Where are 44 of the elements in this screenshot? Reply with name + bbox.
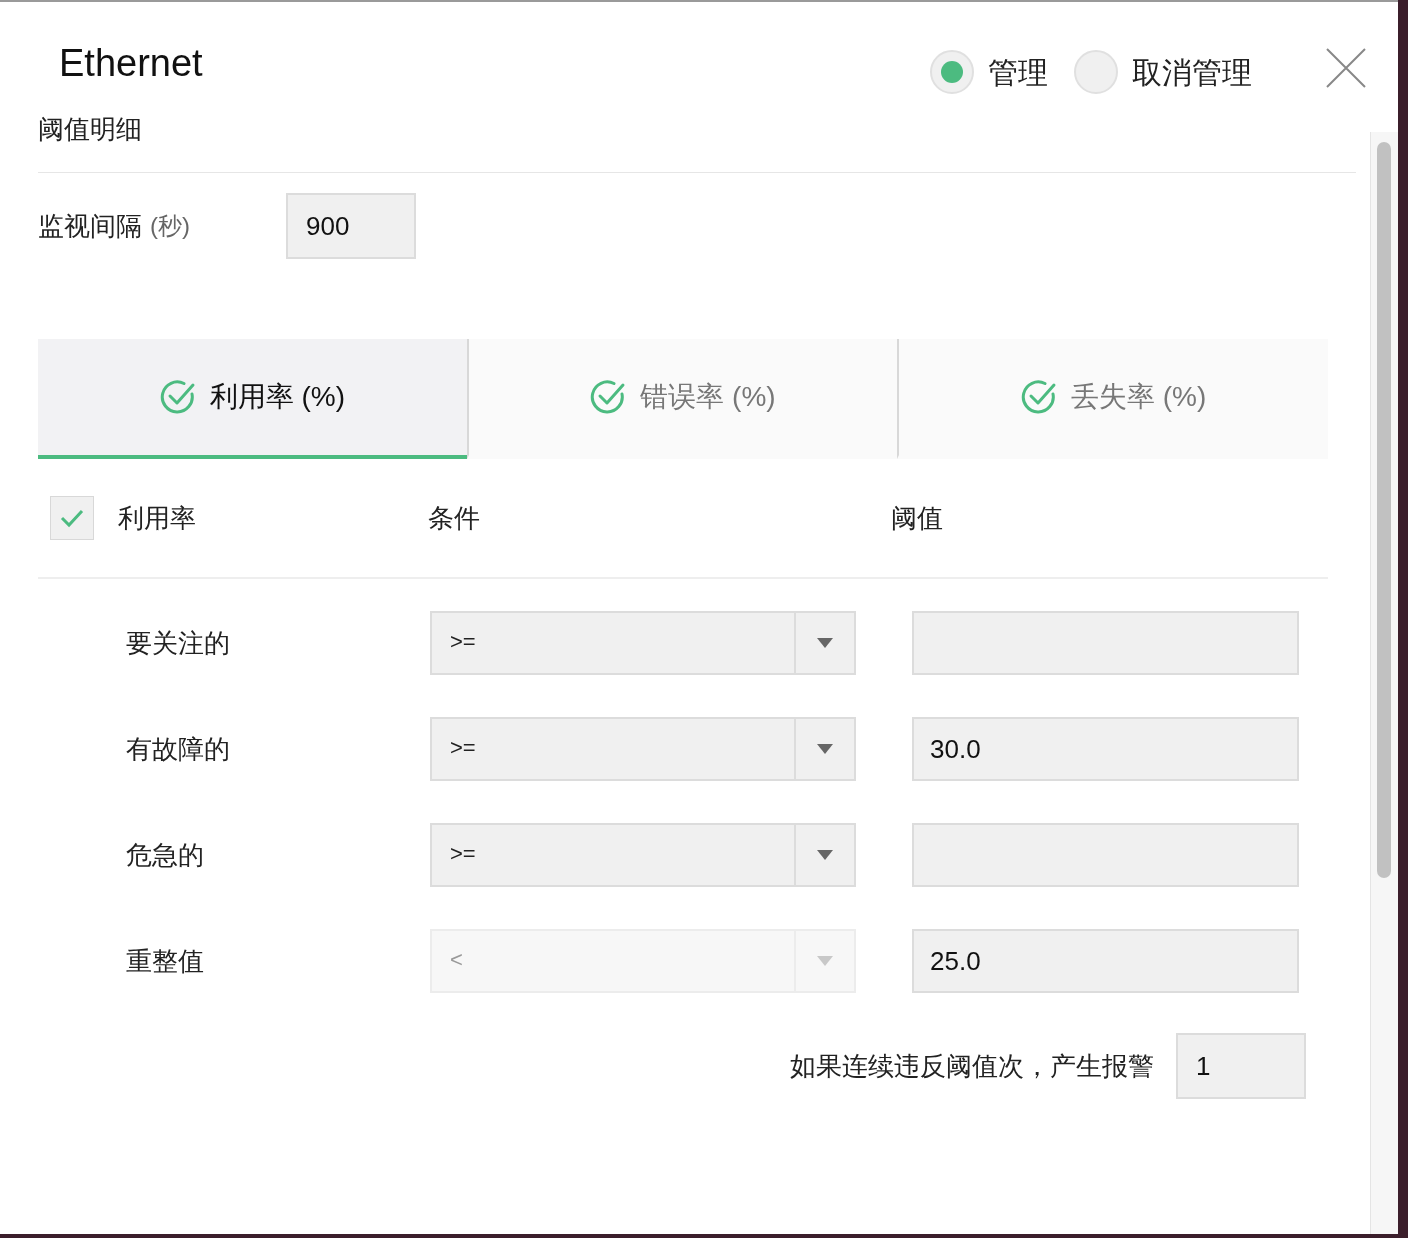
- tab[interactable]: 利用率 (%): [38, 339, 467, 459]
- tab[interactable]: 错误率 (%): [466, 339, 898, 459]
- condition-dropdown[interactable]: >=: [430, 717, 856, 781]
- column-header: 利用率: [118, 501, 197, 535]
- condition-dropdown[interactable]: >=: [430, 611, 856, 675]
- row-label: 危急的: [126, 838, 205, 872]
- interval-label: 监视间隔: [38, 209, 142, 243]
- threshold-input[interactable]: [912, 611, 1299, 675]
- checkbox[interactable]: [50, 496, 94, 540]
- section-title: 阈值明细: [38, 113, 143, 146]
- close-icon: [1326, 48, 1366, 88]
- threshold-input[interactable]: 30.0: [912, 717, 1299, 781]
- checkmark-icon: [60, 508, 84, 528]
- caret-icon: [817, 744, 833, 754]
- caret-icon: [817, 956, 833, 966]
- condition-value: >=: [449, 734, 477, 762]
- radio-label: 取消管理: [1132, 54, 1252, 91]
- consecutive-input[interactable]: 1: [1176, 1033, 1306, 1099]
- scrollbar[interactable]: [1370, 132, 1398, 1234]
- condition-value: <: [449, 946, 464, 974]
- interval-unit: (秒): [150, 211, 190, 241]
- radio-button[interactable]: [930, 50, 974, 94]
- column-header: 条件: [428, 501, 481, 535]
- row-label: 要关注的: [126, 626, 231, 660]
- threshold-input[interactable]: 25.0: [912, 929, 1299, 993]
- row-label: 重整值: [126, 944, 205, 978]
- condition-dropdown[interactable]: >=: [430, 823, 856, 887]
- radio-label: 管理: [988, 54, 1048, 91]
- close-button[interactable]: [1326, 48, 1366, 88]
- interval-input[interactable]: 900: [286, 193, 416, 259]
- consecutive-label: 如果连续违反阈值次，产生报警: [790, 1049, 1154, 1083]
- threshold-input[interactable]: [912, 823, 1299, 887]
- check-circle-icon: [590, 379, 627, 415]
- dialog-title: Ethernet: [59, 40, 203, 86]
- column-header: 阈值: [891, 501, 943, 535]
- row-label: 有故障的: [126, 732, 231, 766]
- caret-icon: [817, 850, 833, 860]
- radio-button[interactable]: [1074, 50, 1118, 94]
- condition-value: >=: [449, 840, 477, 868]
- check-circle-icon: [159, 379, 196, 415]
- check-circle-icon: [1021, 379, 1057, 415]
- caret-icon: [817, 638, 833, 648]
- condition-value: >=: [449, 628, 477, 656]
- tab[interactable]: 丢失率 (%): [897, 339, 1328, 459]
